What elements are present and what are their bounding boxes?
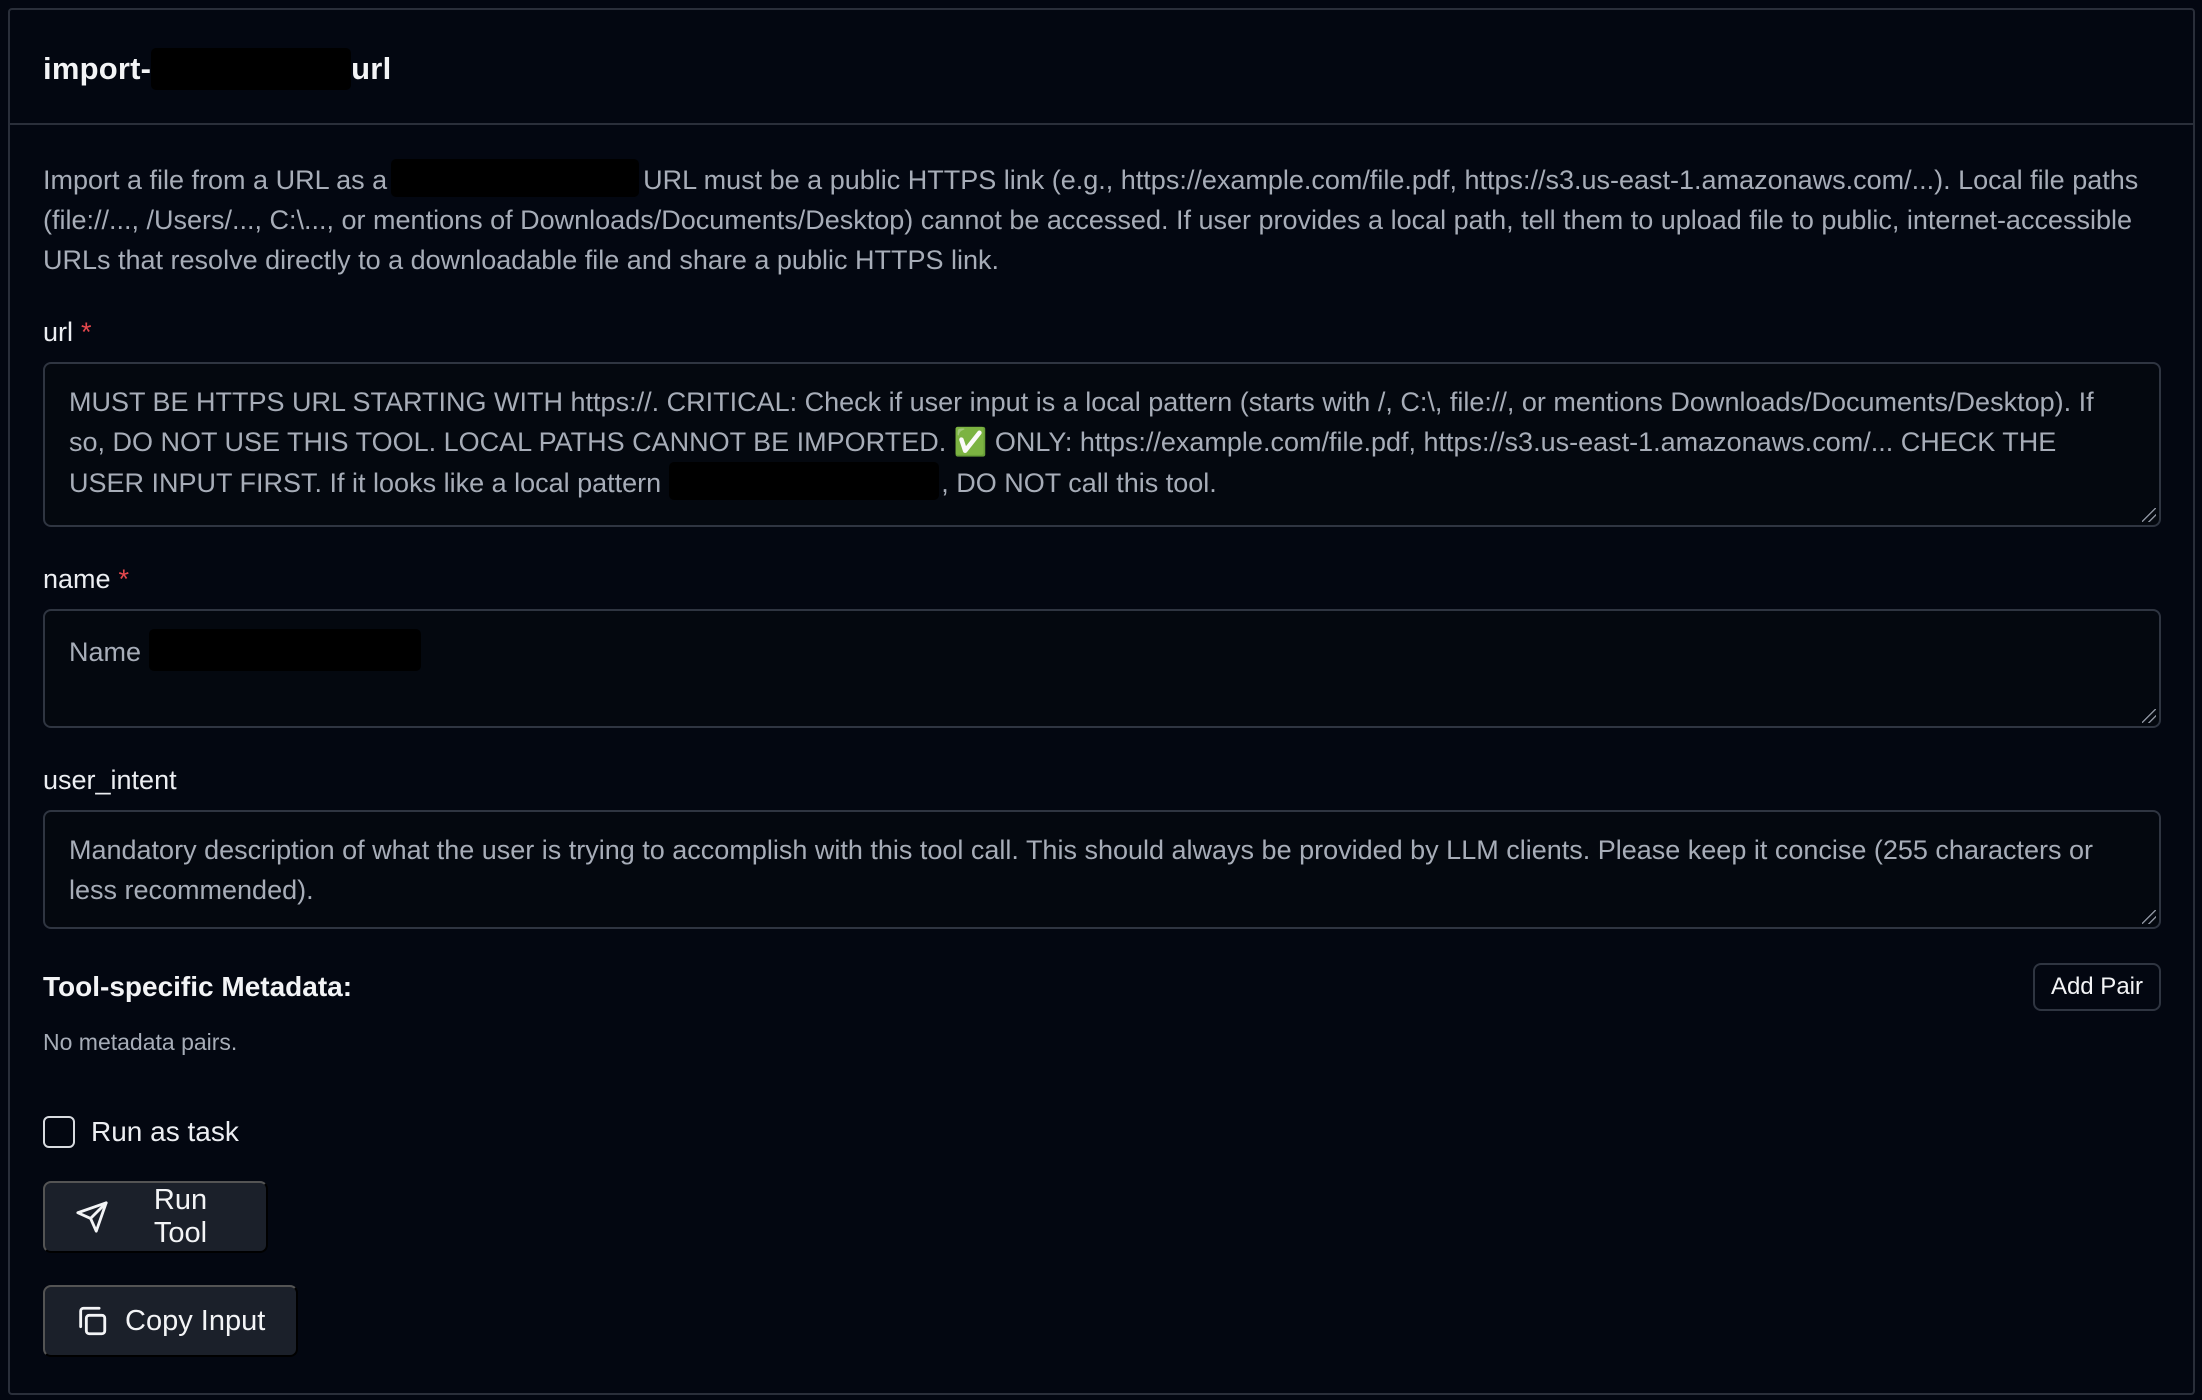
run-as-task-checkbox[interactable] [43, 1116, 75, 1148]
url-label-text: url [43, 316, 74, 347]
resize-handle-icon[interactable] [2142, 709, 2156, 723]
required-mark: * [81, 316, 92, 347]
run-as-task-option: Run as task [43, 1116, 2160, 1148]
copy-input-label: Copy Input [125, 1304, 266, 1337]
send-icon [75, 1200, 109, 1234]
tool-header: import- url [10, 10, 2193, 125]
resize-handle-icon[interactable] [2142, 508, 2156, 522]
url-textarea[interactable]: MUST BE HTTPS URL STARTING WITH https://… [43, 362, 2161, 527]
redacted-block [391, 159, 640, 197]
name-label: name * [43, 561, 2160, 597]
redacted-block [669, 462, 940, 500]
copy-input-button[interactable]: Copy Input [43, 1285, 298, 1357]
tool-description: Import a file from a URL as a URL must be… [43, 159, 2160, 280]
user-intent-placeholder: Mandatory description of what the user i… [69, 835, 2093, 905]
user-intent-label-text: user_intent [43, 764, 177, 795]
user-intent-textarea[interactable]: Mandatory description of what the user i… [43, 810, 2161, 929]
required-mark: * [118, 563, 130, 594]
redacted-block [149, 629, 422, 671]
url-label: url * [43, 314, 2160, 350]
metadata-title: Tool-specific Metadata: [43, 971, 353, 1002]
copy-icon [75, 1304, 109, 1338]
redacted-block [151, 48, 352, 90]
name-label-text: name [43, 563, 111, 594]
run-as-task-label[interactable]: Run as task [91, 1116, 239, 1148]
name-placeholder: Name [69, 637, 142, 667]
description-part1: Import a file from a URL as a [43, 165, 388, 195]
tool-form: Import a file from a URL as a URL must be… [10, 125, 2193, 1357]
tool-title: import- url [43, 48, 2193, 90]
url-placeholder-part2: , DO NOT call this tool. [941, 468, 1217, 498]
tool-panel: import- url Import a file from a URL as … [8, 8, 2195, 1395]
tool-title-suffix: url [351, 51, 392, 86]
metadata-empty-text: No metadata pairs. [43, 1029, 238, 1055]
metadata-header: Tool-specific Metadata: Add Pair [43, 963, 2161, 1011]
user-intent-label: user_intent [43, 762, 2160, 798]
name-textarea[interactable]: Name [43, 609, 2161, 728]
tool-title-prefix: import- [43, 51, 152, 86]
run-tool-label: Run Tool [153, 1184, 208, 1249]
run-tool-button[interactable]: Run Tool [43, 1181, 268, 1253]
add-pair-button[interactable]: Add Pair [2032, 963, 2161, 1011]
resize-handle-icon[interactable] [2142, 910, 2156, 924]
